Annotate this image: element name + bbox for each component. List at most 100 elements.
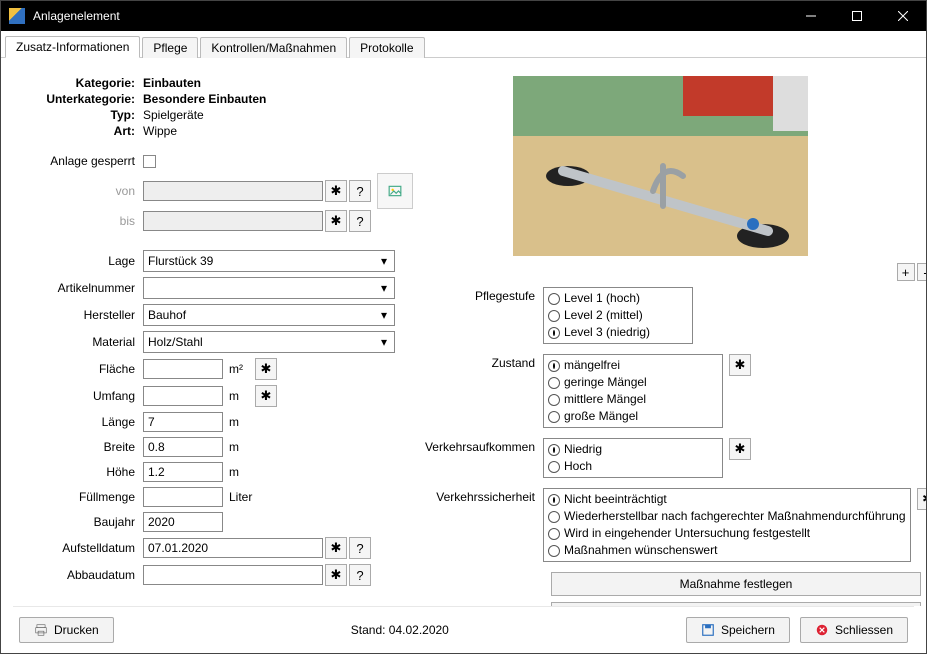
fuellmenge-unit: Liter	[229, 490, 252, 504]
art-label: Art:	[13, 124, 143, 138]
save-icon	[701, 623, 715, 637]
photo-remove-button[interactable]: -	[917, 263, 926, 281]
pflegestufe-option[interactable]: Level 1 (hoch)	[548, 290, 688, 307]
gesperrt-checkbox[interactable]	[143, 155, 156, 168]
zustand-option[interactable]: große Mängel	[548, 408, 718, 425]
unterkategorie-value: Besondere Einbauten	[143, 92, 266, 106]
hoehe-input[interactable]	[143, 462, 223, 482]
tab-protokolle[interactable]: Protokolle	[349, 37, 424, 58]
flaeche-label: Fläche	[13, 362, 143, 376]
bis-field[interactable]	[143, 211, 323, 231]
von-field[interactable]	[143, 181, 323, 201]
drucken-button[interactable]: Drucken	[19, 617, 114, 643]
baujahr-label: Baujahr	[13, 515, 143, 529]
schliessen-button[interactable]: Schliessen	[800, 617, 908, 643]
aufstelldatum-star-button[interactable]: ✱	[325, 537, 347, 559]
zustand-group: mängelfrei geringe Mängel mittlere Mänge…	[543, 354, 723, 428]
fuellmenge-input[interactable]	[143, 487, 223, 507]
kategorie-label: Kategorie:	[13, 76, 143, 90]
artikelnummer-select[interactable]: ▾	[143, 277, 395, 299]
flaeche-unit: m²	[229, 362, 253, 376]
abbaudatum-input[interactable]	[143, 565, 323, 585]
verkehrssicherheit-option[interactable]: Wird in eingehender Untersuchung festges…	[548, 525, 906, 542]
element-photo	[513, 76, 808, 256]
zustand-option[interactable]: geringe Mängel	[548, 374, 718, 391]
von-star-button[interactable]: ✱	[325, 180, 347, 202]
close-button[interactable]	[880, 1, 926, 31]
zustand-star-button[interactable]: ✱	[729, 354, 751, 376]
von-label: von	[13, 184, 143, 198]
tab-pflege[interactable]: Pflege	[142, 37, 198, 58]
breite-unit: m	[229, 440, 253, 454]
stand-label: Stand: 04.02.2020	[351, 623, 449, 637]
bis-help-button[interactable]: ?	[349, 210, 371, 232]
tabstrip: Zusatz-Informationen Pflege Kontrollen/M…	[1, 31, 926, 58]
aufstelldatum-help-button[interactable]: ?	[349, 537, 371, 559]
tab-zusatz[interactable]: Zusatz-Informationen	[5, 36, 140, 58]
verkehrssicherheit-star-button[interactable]: ✱	[917, 488, 926, 510]
verkehrssicherheit-group: Nicht beeinträchtigt Wiederherstellbar n…	[543, 488, 911, 562]
pflegestufe-group: Level 1 (hoch) Level 2 (mittel) Level 3 …	[543, 287, 693, 344]
chevron-down-icon: ▾	[376, 253, 392, 269]
flaeche-input[interactable]	[143, 359, 223, 379]
zustand-option[interactable]: mängelfrei	[548, 357, 718, 374]
zustand-label: Zustand	[423, 354, 543, 428]
verkehrsaufkommen-group: Niedrig Hoch	[543, 438, 723, 478]
verkehrsaufkommen-option[interactable]: Niedrig	[548, 441, 718, 458]
bis-star-button[interactable]: ✱	[325, 210, 347, 232]
maximize-button[interactable]	[834, 1, 880, 31]
von-help-button[interactable]: ?	[349, 180, 371, 202]
laenge-input[interactable]	[143, 412, 223, 432]
material-select[interactable]: Holz/Stahl▾	[143, 331, 395, 353]
hersteller-select[interactable]: Bauhof▾	[143, 304, 395, 326]
abbaudatum-star-button[interactable]: ✱	[325, 564, 347, 586]
pflegestufe-option[interactable]: Level 3 (niedrig)	[548, 324, 688, 341]
photo-add-button[interactable]: +	[897, 263, 915, 281]
tab-kontrollen[interactable]: Kontrollen/Maßnahmen	[200, 37, 347, 58]
hersteller-label: Hersteller	[13, 308, 143, 322]
titlebar: Anlagenelement	[1, 1, 926, 31]
flaeche-star-button[interactable]: ✱	[255, 358, 277, 380]
gesperrt-label: Anlage gesperrt	[13, 154, 143, 168]
bis-label: bis	[13, 214, 143, 228]
verkehrssicherheit-option[interactable]: Maßnahmen wünschenswert	[548, 542, 906, 559]
app-icon	[9, 8, 25, 24]
verkehrssicherheit-label: Verkehrssicherheit	[423, 488, 543, 562]
unterkategorie-label: Unterkategorie:	[13, 92, 143, 106]
umfang-input[interactable]	[143, 386, 223, 406]
verkehrsaufkommen-label: Verkehrsaufkommen	[423, 438, 543, 478]
verkehrsaufkommen-option[interactable]: Hoch	[548, 458, 718, 475]
pflegestufe-option[interactable]: Level 2 (mittel)	[548, 307, 688, 324]
minimize-button[interactable]	[788, 1, 834, 31]
footer: Drucken Stand: 04.02.2020 Speichern Schl…	[13, 606, 914, 653]
zustand-option[interactable]: mittlere Mängel	[548, 391, 718, 408]
art-value: Wippe	[143, 124, 177, 138]
verkehrssicherheit-option[interactable]: Wiederherstellbar nach fachgerechter Maß…	[548, 508, 906, 525]
verkehrsaufkommen-star-button[interactable]: ✱	[729, 438, 751, 460]
laenge-unit: m	[229, 415, 253, 429]
typ-label: Typ:	[13, 108, 143, 122]
speichern-button[interactable]: Speichern	[686, 617, 790, 643]
fuellmenge-label: Füllmenge	[13, 490, 143, 504]
image-picker-button[interactable]	[377, 173, 413, 209]
umfang-unit: m	[229, 389, 253, 403]
verkehrssicherheit-option[interactable]: Nicht beeinträchtigt	[548, 491, 906, 508]
chevron-down-icon: ▾	[376, 307, 392, 323]
massnahme-festlegen-button[interactable]: Maßnahme festlegen	[551, 572, 921, 596]
window-title: Anlagenelement	[33, 9, 788, 23]
umfang-star-button[interactable]: ✱	[255, 385, 277, 407]
abbaudatum-help-button[interactable]: ?	[349, 564, 371, 586]
artikelnummer-label: Artikelnummer	[13, 281, 143, 295]
pflegestufe-label: Pflegestufe	[423, 287, 543, 344]
hoehe-label: Höhe	[13, 465, 143, 479]
lage-select[interactable]: Flurstück 39▾	[143, 250, 395, 272]
picture-icon	[388, 184, 402, 198]
aufstelldatum-input[interactable]	[143, 538, 323, 558]
breite-input[interactable]	[143, 437, 223, 457]
baujahr-input[interactable]	[143, 512, 223, 532]
umfang-label: Umfang	[13, 389, 143, 403]
lage-label: Lage	[13, 254, 143, 268]
close-icon	[815, 623, 829, 637]
chevron-down-icon: ▾	[376, 334, 392, 350]
hoehe-unit: m	[229, 465, 253, 479]
